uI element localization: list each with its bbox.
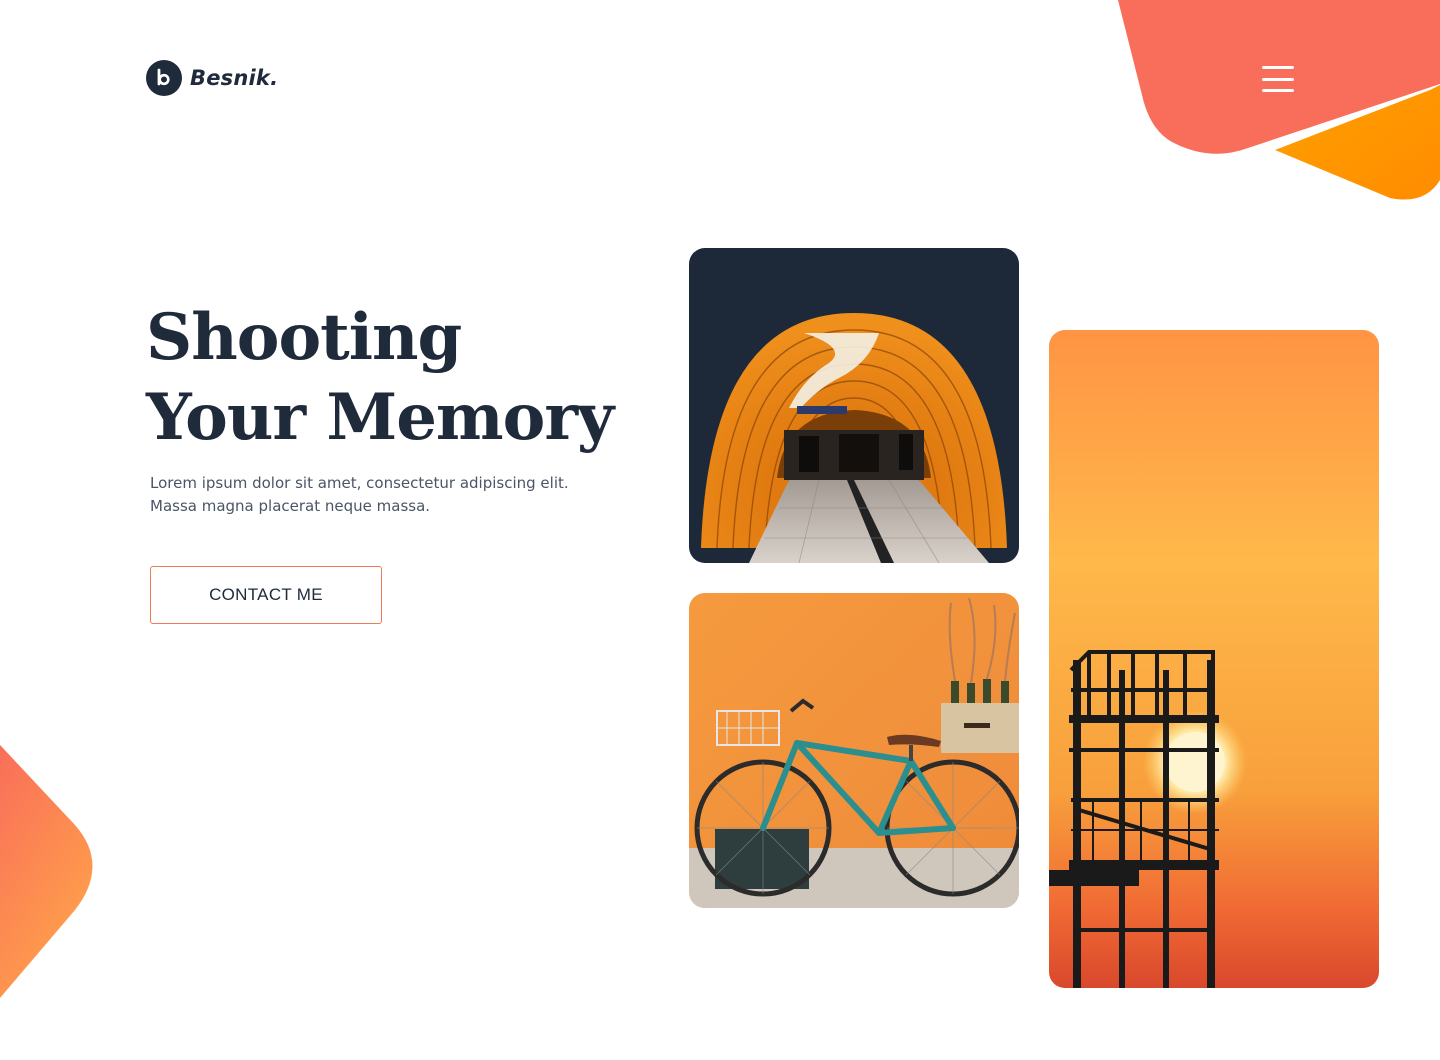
- sunset-tower-photo[interactable]: [1049, 330, 1379, 988]
- hero-title-line-2: Your Memory: [146, 380, 614, 455]
- menu-line: [1262, 77, 1294, 81]
- hamburger-menu-icon[interactable]: [1262, 64, 1294, 94]
- contact-me-button[interactable]: CONTACT ME: [150, 566, 382, 624]
- decorative-blob-bottom-left: [0, 745, 93, 998]
- brand-logo[interactable]: Besnik.: [146, 60, 278, 96]
- menu-line: [1262, 89, 1294, 92]
- teal-bicycle-photo[interactable]: [689, 593, 1019, 908]
- b-circle-logo-icon: [146, 60, 182, 96]
- hero-title-line-1: Shooting: [146, 300, 462, 375]
- brand-name: Besnik.: [190, 66, 279, 90]
- hero-title: Shooting Your Memory: [146, 298, 614, 458]
- orange-tunnel-photo[interactable]: [689, 248, 1019, 563]
- landing-page: Besnik. Shooting Your Memory Lorem ipsum…: [0, 0, 1440, 1060]
- menu-line: [1262, 66, 1294, 69]
- hero-description: Lorem ipsum dolor sit amet, consectetur …: [150, 474, 569, 515]
- decorative-blob-top-right: [1118, 0, 1440, 200]
